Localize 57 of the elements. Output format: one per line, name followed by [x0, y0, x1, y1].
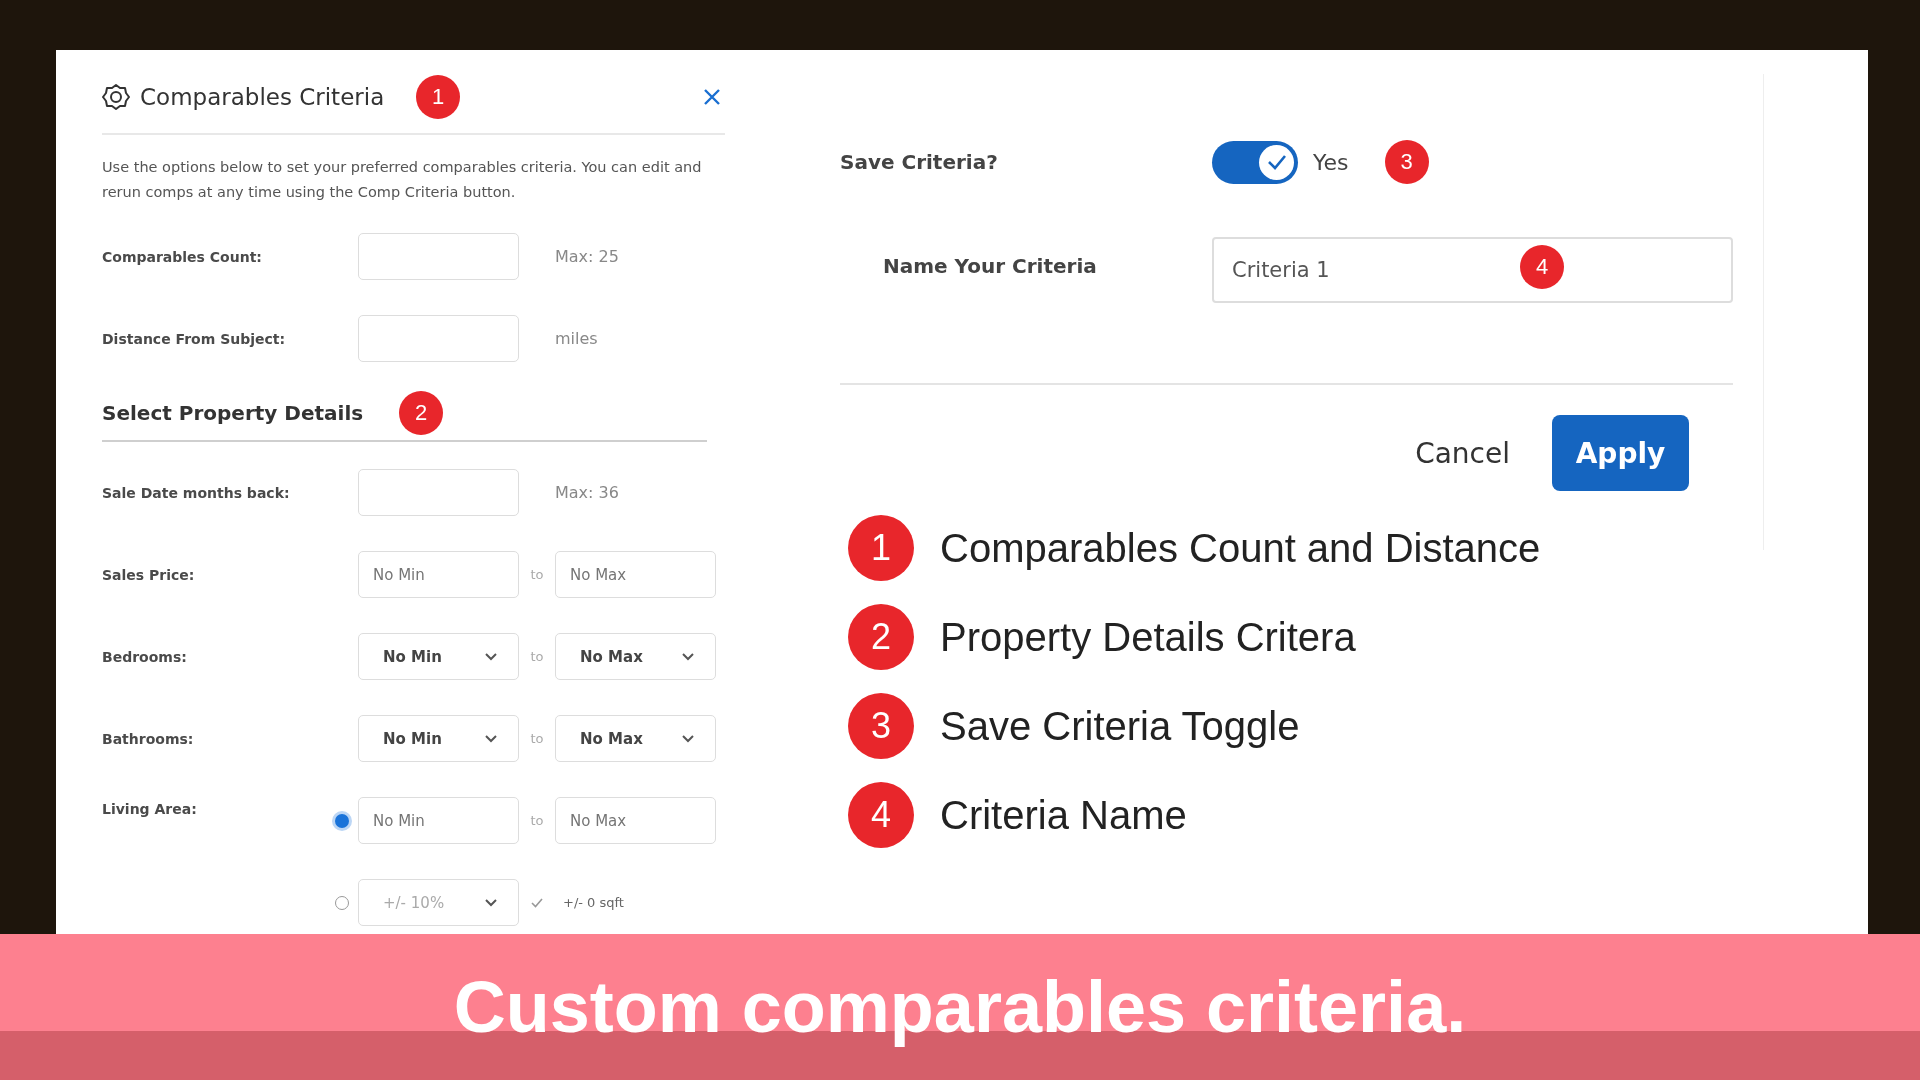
description-text: Use the options below to set your preferred comparables criteria. You can edit and rerun comps at any time using the Comp Criteria button. — [102, 158, 703, 202]
min-input-field[interactable]: No Min — [358, 551, 519, 598]
max-dropdown[interactable]: No Max — [555, 633, 716, 680]
save-label: Save Criteria? — [840, 150, 999, 174]
settings-icon — [102, 83, 130, 111]
chevron-down-icon — [484, 652, 498, 661]
legend-text: Criteria Name — [940, 792, 1187, 838]
input-field[interactable] — [358, 469, 519, 516]
dialog-title: Comparables Criteria — [140, 84, 385, 110]
field-label: Distance From Subject: — [102, 330, 287, 347]
to-label: to — [530, 731, 544, 746]
apply-button[interactable]: Apply — [1552, 415, 1689, 491]
field-label: Sale Date months back: — [102, 484, 291, 501]
legend-text: Save Criteria Toggle — [940, 703, 1300, 749]
section-title: Select Property Details — [102, 401, 364, 425]
cancel-button[interactable]: Cancel — [1415, 436, 1510, 470]
check-icon — [1265, 153, 1288, 171]
toggle-label: Yes — [1313, 149, 1349, 175]
number-badge: 3 — [848, 693, 914, 759]
hint-text: Max: 36 — [555, 483, 620, 502]
field-label: Sales Price: — [102, 566, 196, 583]
number-badge: 2 — [848, 604, 914, 670]
max-input-field[interactable]: No Max — [555, 797, 716, 844]
field-label: Living Area: — [102, 800, 198, 817]
radio-button[interactable] — [335, 813, 349, 828]
field-label: Bedrooms: — [102, 648, 188, 665]
input-field[interactable] — [358, 233, 519, 280]
hint-text: miles — [555, 329, 599, 348]
chevron-down-icon — [681, 652, 695, 661]
number-badge: 4 — [848, 782, 914, 848]
field-label: Bathrooms: — [102, 730, 195, 747]
number-badge: 3 — [1384, 140, 1429, 184]
check-icon — [531, 897, 543, 908]
number-badge: 2 — [399, 391, 444, 435]
chevron-down-icon — [484, 898, 498, 907]
legend-text: Comparables Count and Distance — [940, 525, 1541, 571]
to-label: to — [530, 567, 544, 582]
min-dropdown[interactable]: No Min — [358, 715, 519, 762]
legend-text: Property Details Critera — [940, 614, 1356, 660]
chevron-down-icon — [484, 734, 498, 743]
number-badge: 1 — [416, 75, 461, 119]
max-dropdown[interactable]: No Max — [555, 715, 716, 762]
number-badge: 1 — [848, 515, 914, 581]
max-input-field[interactable]: No Max — [555, 551, 716, 598]
min-input-field[interactable]: No Min — [358, 797, 519, 844]
caption-text: Custom comparables criteria. — [453, 966, 1467, 1048]
toggle-switch[interactable] — [1212, 140, 1298, 184]
to-label: to — [530, 813, 544, 828]
to-label: to — [530, 649, 544, 664]
chevron-down-icon — [681, 734, 695, 743]
sqft-text: +/- 0 sqft — [562, 895, 625, 910]
name-label: Name Your Criteria — [882, 254, 1098, 278]
input-field[interactable] — [358, 315, 519, 362]
close-icon[interactable] — [703, 88, 721, 106]
min-dropdown[interactable]: No Min — [358, 633, 519, 680]
hint-text: Max: 25 — [555, 247, 620, 266]
field-label: Comparables Count: — [102, 248, 263, 265]
